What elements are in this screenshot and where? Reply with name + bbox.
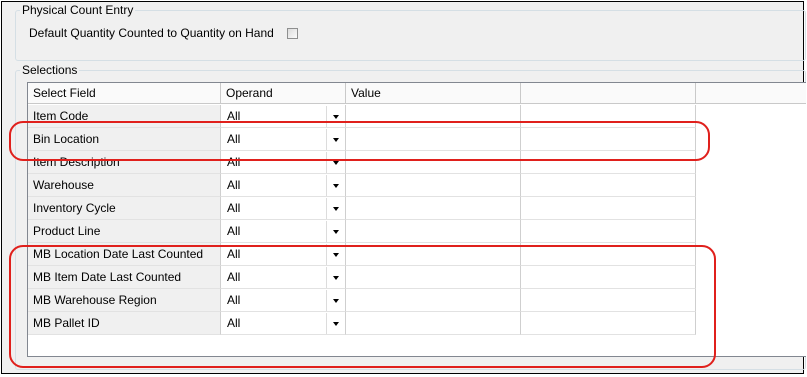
- table-row: Product Line All: [28, 220, 696, 243]
- dropdown-arrow-button[interactable]: [326, 175, 345, 196]
- chevron-down-icon: [333, 206, 339, 211]
- table-row: MB Warehouse Region All: [28, 289, 696, 312]
- operand-dropdown[interactable]: All: [221, 197, 346, 220]
- operand-value: All: [227, 155, 241, 169]
- chevron-down-icon: [333, 183, 339, 188]
- value-cell[interactable]: [346, 151, 521, 174]
- operand-value: All: [227, 316, 241, 330]
- operand-dropdown[interactable]: All: [221, 151, 346, 174]
- extra-cell: [521, 243, 696, 266]
- table-row: Inventory Cycle All: [28, 197, 696, 220]
- chevron-down-icon: [333, 114, 339, 119]
- operand-dropdown[interactable]: All: [221, 105, 346, 128]
- selections-legend: Selections: [22, 63, 78, 77]
- select-field-cell[interactable]: Item Code: [28, 105, 221, 128]
- value-cell[interactable]: [346, 128, 521, 151]
- dropdown-arrow-button[interactable]: [326, 129, 345, 150]
- chevron-down-icon: [333, 275, 339, 280]
- table-row: Item Description All: [28, 151, 696, 174]
- extra-cell: [521, 105, 696, 128]
- operand-dropdown[interactable]: All: [221, 220, 346, 243]
- dropdown-arrow-button[interactable]: [326, 152, 345, 173]
- select-field-cell[interactable]: MB Warehouse Region: [28, 289, 221, 312]
- value-cell[interactable]: [346, 243, 521, 266]
- chevron-down-icon: [333, 160, 339, 165]
- select-field-cell[interactable]: MB Location Date Last Counted: [28, 243, 221, 266]
- select-field-cell[interactable]: Item Description: [28, 151, 221, 174]
- table-row: Bin Location All: [28, 128, 696, 151]
- select-field-cell[interactable]: Product Line: [28, 220, 221, 243]
- extra-cell: [521, 220, 696, 243]
- default-quantity-row: Default Quantity Counted to Quantity on …: [29, 25, 298, 41]
- dropdown-arrow-button[interactable]: [326, 106, 345, 127]
- table-row: MB Location Date Last Counted All: [28, 243, 696, 266]
- extra-cell: [521, 197, 696, 220]
- operand-dropdown[interactable]: All: [221, 312, 346, 335]
- operand-dropdown[interactable]: All: [221, 243, 346, 266]
- dropdown-arrow-button[interactable]: [326, 244, 345, 265]
- header-value[interactable]: Value: [346, 83, 521, 104]
- chevron-down-icon: [333, 252, 339, 257]
- grid-header: Select Field Operand Value: [28, 83, 806, 104]
- operand-value: All: [227, 201, 241, 215]
- extra-cell: [521, 266, 696, 289]
- table-row: MB Item Date Last Counted All: [28, 266, 696, 289]
- operand-value: All: [227, 247, 241, 261]
- operand-value: All: [227, 132, 241, 146]
- dropdown-arrow-button[interactable]: [326, 290, 345, 311]
- header-select-field[interactable]: Select Field: [28, 83, 221, 104]
- default-quantity-label: Default Quantity Counted to Quantity on …: [29, 26, 274, 40]
- operand-dropdown[interactable]: All: [221, 174, 346, 197]
- chevron-down-icon: [333, 298, 339, 303]
- operand-dropdown[interactable]: All: [221, 128, 346, 151]
- select-field-cell[interactable]: Warehouse: [28, 174, 221, 197]
- table-row: Item Code All: [28, 105, 696, 128]
- dropdown-arrow-button[interactable]: [326, 198, 345, 219]
- value-cell[interactable]: [346, 220, 521, 243]
- chevron-down-icon: [333, 321, 339, 326]
- chevron-down-icon: [333, 229, 339, 234]
- operand-dropdown[interactable]: All: [221, 289, 346, 312]
- value-cell[interactable]: [346, 174, 521, 197]
- dropdown-arrow-button[interactable]: [326, 267, 345, 288]
- operand-value: All: [227, 109, 241, 123]
- header-extra[interactable]: [521, 83, 696, 104]
- table-row: Warehouse All: [28, 174, 696, 197]
- operand-value: All: [227, 178, 241, 192]
- header-operand[interactable]: Operand: [221, 83, 346, 104]
- dropdown-arrow-button[interactable]: [326, 221, 345, 242]
- selections-grid: Select Field Operand Value Item Code All B…: [27, 82, 806, 357]
- value-cell[interactable]: [346, 289, 521, 312]
- select-field-cell[interactable]: MB Item Date Last Counted: [28, 266, 221, 289]
- value-cell[interactable]: [346, 312, 521, 335]
- chevron-down-icon: [333, 137, 339, 142]
- operand-value: All: [227, 224, 241, 238]
- header-filler: [696, 83, 806, 104]
- extra-cell: [521, 312, 696, 335]
- value-cell[interactable]: [346, 197, 521, 220]
- operand-value: All: [227, 293, 241, 307]
- operand-dropdown[interactable]: All: [221, 266, 346, 289]
- default-quantity-checkbox[interactable]: [286, 27, 298, 39]
- operand-value: All: [227, 270, 241, 284]
- select-field-cell[interactable]: MB Pallet ID: [28, 312, 221, 335]
- extra-cell: [521, 128, 696, 151]
- select-field-cell[interactable]: Inventory Cycle: [28, 197, 221, 220]
- extra-cell: [521, 174, 696, 197]
- select-field-cell[interactable]: Bin Location: [28, 128, 221, 151]
- extra-cell: [521, 151, 696, 174]
- physical-count-entry-legend: Physical Count Entry: [22, 3, 134, 17]
- table-row: MB Pallet ID All: [28, 312, 696, 335]
- value-cell[interactable]: [346, 266, 521, 289]
- value-cell[interactable]: [346, 105, 521, 128]
- extra-cell: [521, 289, 696, 312]
- dropdown-arrow-button[interactable]: [326, 313, 345, 334]
